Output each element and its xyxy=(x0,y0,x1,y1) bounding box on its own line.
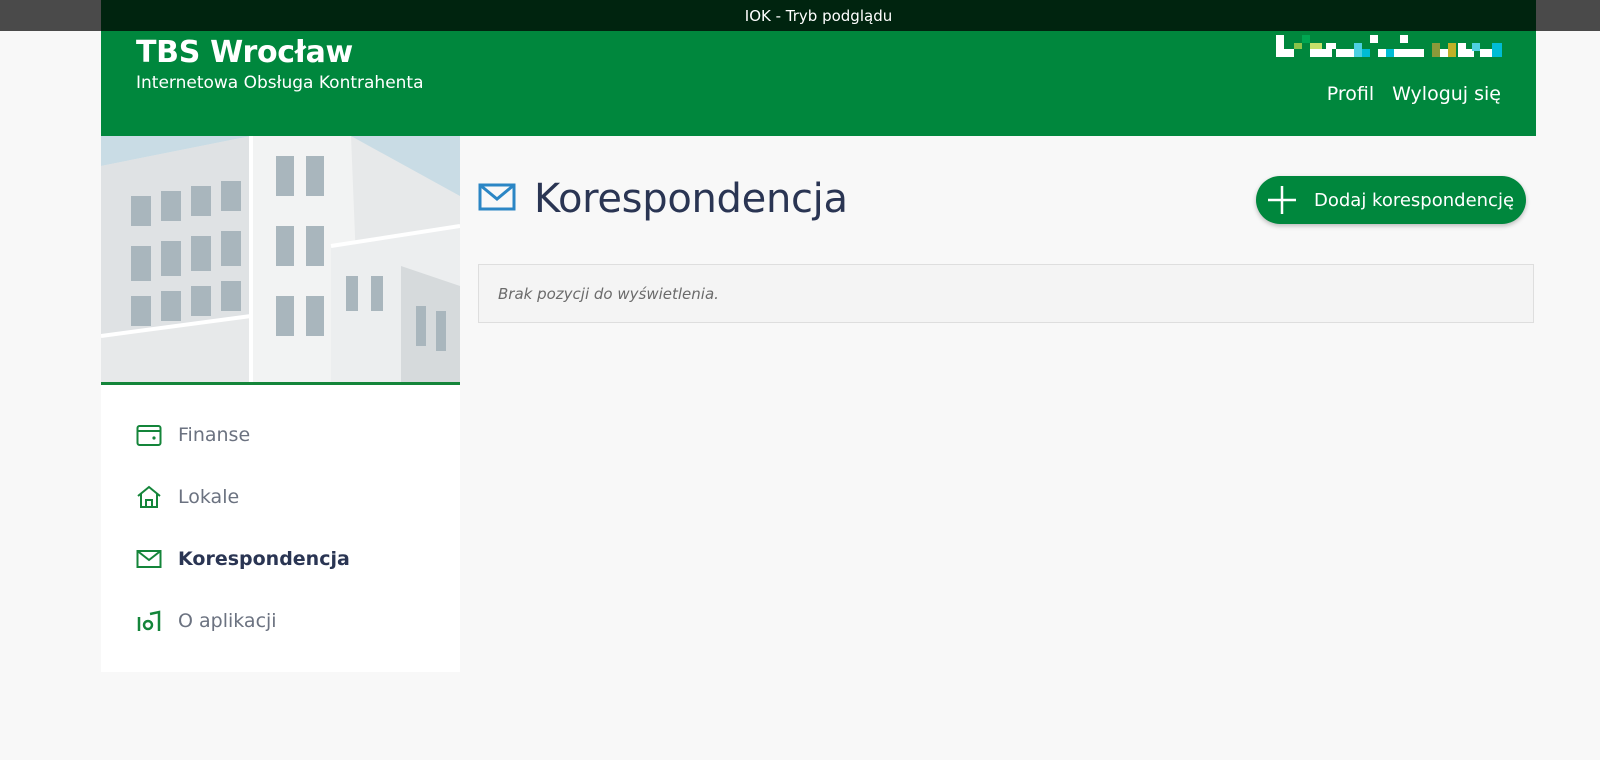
pixel-logo-icon xyxy=(1276,35,1502,57)
envelope-icon xyxy=(136,545,164,573)
building-hero-image xyxy=(101,136,460,385)
sidebar-menu: Finanse Lokale Korespondencja O aplikacj… xyxy=(101,404,460,652)
sidebar-item-korespondencja[interactable]: Korespondencja xyxy=(101,528,460,590)
empty-list-panel: Brak pozycji do wyświetlenia. xyxy=(478,264,1534,323)
page-heading: Korespondencja xyxy=(478,176,848,222)
wallet-icon xyxy=(136,421,164,449)
add-correspondence-button[interactable]: Dodaj korespondencję xyxy=(1256,176,1526,224)
plus-icon xyxy=(1268,186,1296,214)
main-content: Korespondencja Dodaj korespondencję Brak… xyxy=(460,136,1536,672)
home-icon xyxy=(136,483,164,511)
sidebar: Finanse Lokale Korespondencja O aplikacj… xyxy=(101,136,460,672)
preview-mode-text: IOK - Tryb podglądu xyxy=(744,6,893,25)
preview-mode-bar: IOK - Tryb podglądu xyxy=(101,0,1536,31)
empty-list-message: Brak pozycji do wyświetlenia. xyxy=(498,284,719,303)
sidebar-item-label: Lokale xyxy=(178,486,240,508)
brand-subtitle: Internetowa Obsługa Kontrahenta xyxy=(136,73,424,93)
logout-link[interactable]: Wyloguj się xyxy=(1392,83,1501,105)
building-illustration xyxy=(101,136,460,382)
brand-title: TBS Wrocław xyxy=(136,35,353,70)
sidebar-item-finanse[interactable]: Finanse xyxy=(101,404,460,466)
sidebar-item-label: O aplikacji xyxy=(178,610,277,632)
about-app-icon xyxy=(136,607,164,635)
sidebar-item-label: Finanse xyxy=(178,424,251,446)
profile-link[interactable]: Profil xyxy=(1327,83,1374,105)
sidebar-item-o-aplikacji[interactable]: O aplikacji xyxy=(101,590,460,652)
header-nav: Profil Wyloguj się xyxy=(1327,83,1501,105)
sidebar-item-label: Korespondencja xyxy=(178,548,350,570)
add-correspondence-label: Dodaj korespondencję xyxy=(1314,189,1515,211)
sidebar-item-lokale[interactable]: Lokale xyxy=(101,466,460,528)
app-header: TBS Wrocław Internetowa Obsługa Kontrahe… xyxy=(101,31,1536,136)
page-title: Korespondencja xyxy=(534,176,848,222)
envelope-icon xyxy=(478,182,516,216)
